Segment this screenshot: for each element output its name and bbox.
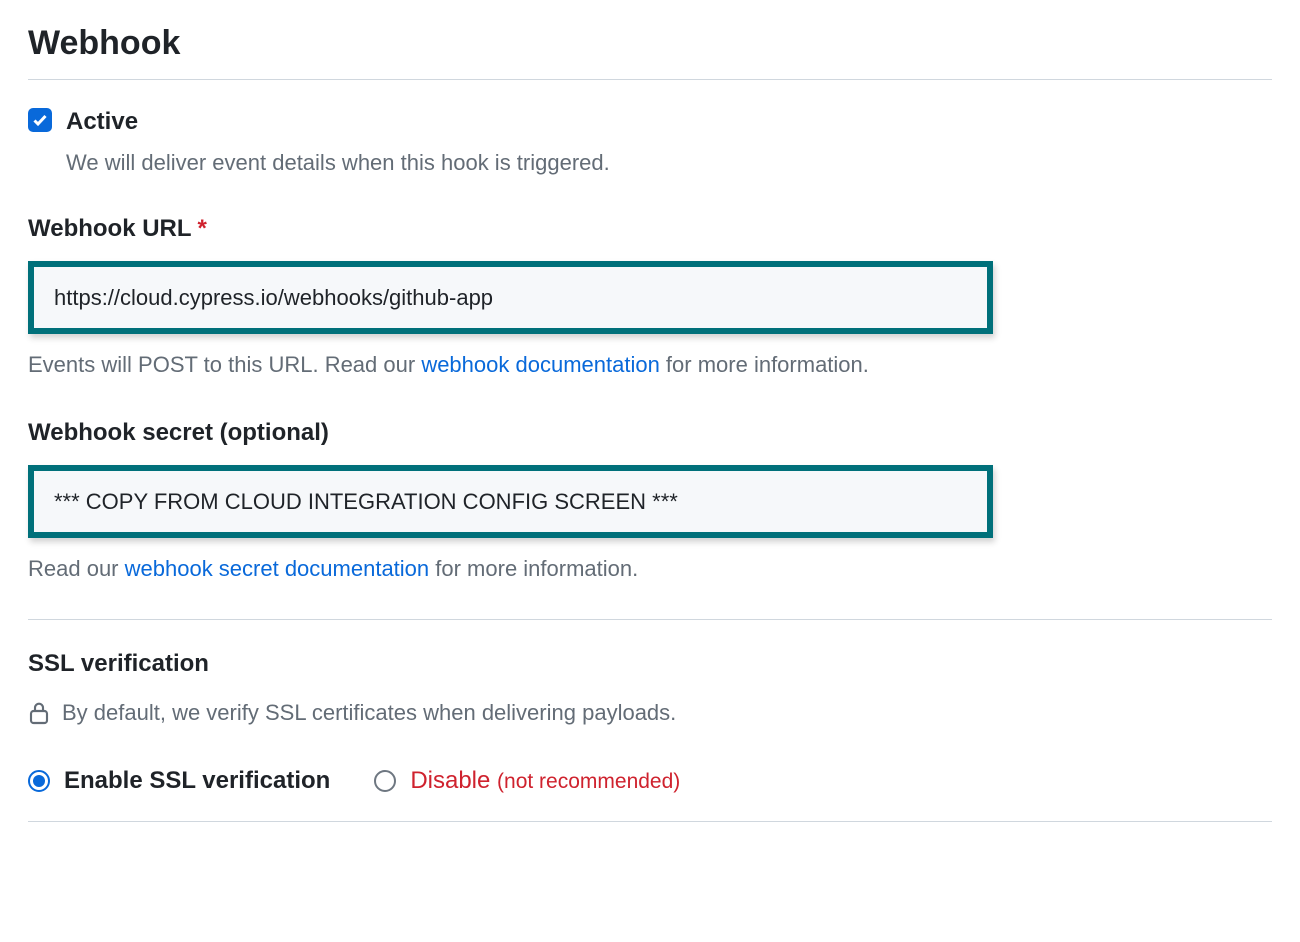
help-text-fragment: Events will POST to this URL. Read our: [28, 352, 421, 377]
webhook-secret-input[interactable]: *** COPY FROM CLOUD INTEGRATION CONFIG S…: [28, 465, 993, 538]
ssl-disable-option[interactable]: Disable (not recommended): [374, 763, 680, 799]
ssl-disable-radio[interactable]: [374, 770, 396, 792]
help-text-fragment: Read our: [28, 556, 125, 581]
webhook-url-label: Webhook URL *: [28, 211, 1272, 247]
ssl-disable-label: Disable (not recommended): [410, 763, 680, 799]
check-icon: [32, 112, 48, 128]
webhook-url-input[interactable]: https://cloud.cypress.io/webhooks/github…: [28, 261, 993, 334]
ssl-heading-text: SSL verification: [28, 646, 209, 682]
divider: [28, 821, 1272, 822]
help-text-fragment: for more information.: [429, 556, 638, 581]
ssl-enable-label: Enable SSL verification: [64, 763, 330, 799]
webhook-secret-help: Read our webhook secret documentation fo…: [28, 552, 1272, 585]
page-title: Webhook: [28, 18, 1272, 69]
webhook-secret-label-text: Webhook secret (optional): [28, 415, 329, 451]
divider: [28, 79, 1272, 80]
ssl-enable-radio[interactable]: [28, 770, 50, 792]
active-checkbox[interactable]: [28, 108, 52, 132]
ssl-disable-note: (not recommended): [497, 770, 680, 793]
ssl-enable-option[interactable]: Enable SSL verification: [28, 763, 330, 799]
ssl-verification-heading: SSL verification: [28, 646, 1272, 682]
webhook-documentation-link[interactable]: webhook documentation: [421, 352, 660, 377]
webhook-url-label-text: Webhook URL: [28, 211, 192, 247]
lock-icon: [28, 701, 50, 725]
required-marker: *: [198, 211, 207, 247]
ssl-disable-label-text: Disable: [410, 767, 490, 794]
ssl-description: By default, we verify SSL certificates w…: [62, 696, 676, 729]
divider: [28, 619, 1272, 620]
help-text-fragment: for more information.: [660, 352, 869, 377]
webhook-secret-label: Webhook secret (optional): [28, 415, 1272, 451]
webhook-url-help: Events will POST to this URL. Read our w…: [28, 348, 1272, 381]
webhook-secret-documentation-link[interactable]: webhook secret documentation: [125, 556, 430, 581]
active-description: We will deliver event details when this …: [66, 146, 1272, 179]
active-label: Active: [66, 104, 138, 140]
